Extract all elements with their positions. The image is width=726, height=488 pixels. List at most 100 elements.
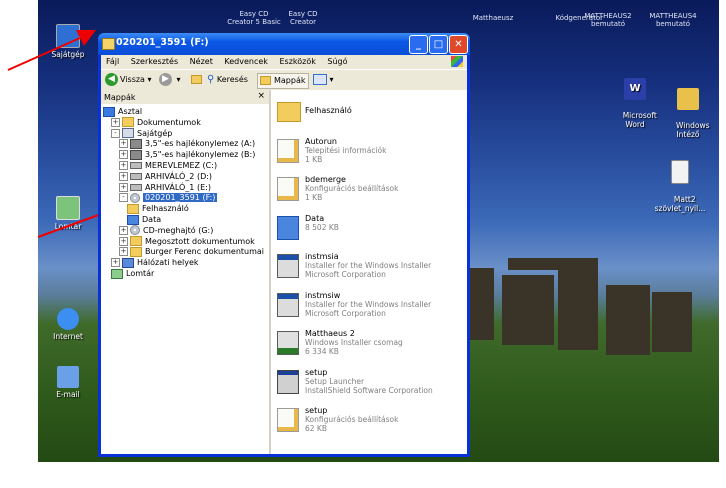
exe-file-icon xyxy=(277,254,299,278)
menu-view[interactable]: Nézet xyxy=(190,55,213,69)
desktop-icon-email[interactable]: E-mail xyxy=(38,366,98,399)
folder-file-icon xyxy=(277,102,301,122)
drive-icon xyxy=(130,183,142,191)
tree-item[interactable]: - Sajátgép xyxy=(111,128,172,139)
tree-item-label: 3,5"-es hajlékonylemez (B:) xyxy=(145,150,256,160)
file-item[interactable]: Felhasználó xyxy=(277,98,463,132)
forward-button[interactable]: ▶ ▾ xyxy=(159,73,181,87)
tree-item[interactable]: + MEREVLEMEZ (C:) xyxy=(119,160,217,171)
file-detail: 1 KB xyxy=(305,193,323,202)
expand-icon[interactable]: + xyxy=(119,150,128,160)
expand-icon[interactable]: + xyxy=(119,182,128,192)
tree-item[interactable]: - 020201_3591 (F:) xyxy=(119,192,218,203)
desktop-icon-word[interactable]: W Microsoft Word xyxy=(605,60,665,138)
menu-favorites[interactable]: Kedvencek xyxy=(224,55,268,69)
file-detail: Microsoft Corporation xyxy=(305,270,386,279)
tree-item[interactable]: Asztal xyxy=(103,106,142,117)
expand-icon[interactable]: + xyxy=(119,171,128,181)
file-type: Windows Installer csomag xyxy=(305,338,403,347)
desktop-icon-label: Internet xyxy=(53,332,83,341)
file-detail: 1 KB xyxy=(305,154,323,164)
expand-icon[interactable]: + xyxy=(119,139,128,149)
desktop-icon-matt2[interactable]: Matt2 szövlet_nyil... xyxy=(650,142,710,222)
tree-item[interactable]: Data xyxy=(127,214,161,225)
back-button[interactable]: ◀ Vissza ▾ xyxy=(105,73,152,87)
folders-pane-header: Mappák × xyxy=(101,90,269,104)
tree-item[interactable]: Lomtár xyxy=(111,268,154,279)
file-item[interactable]: Autorun Telepítési információk 1 KB xyxy=(277,137,463,171)
file-name: instmsia xyxy=(305,252,339,261)
file-name: setup xyxy=(305,406,328,415)
menu-tools[interactable]: Eszközök xyxy=(279,55,315,69)
folders-button[interactable]: Mappák xyxy=(257,73,309,89)
tree-item[interactable]: + ARHIVÁLÓ_2 (D:) xyxy=(119,171,212,182)
desktop-icon-internet[interactable]: Internet xyxy=(38,308,98,341)
file-type: 8 502 KB xyxy=(305,222,339,232)
expand-icon[interactable]: + xyxy=(119,225,128,235)
recycle-icon xyxy=(111,268,123,279)
tree-item[interactable]: + Burger Ferenc dokumentumai xyxy=(119,246,264,257)
collapse-icon[interactable]: - xyxy=(119,193,128,203)
tree-item-label: MEREVLEMEZ (C:) xyxy=(145,161,218,170)
expand-icon[interactable]: + xyxy=(111,258,120,268)
exe-file-icon xyxy=(277,292,299,317)
desktop-label-easycd[interactable]: Easy CD Creator xyxy=(278,10,328,26)
tree-item[interactable]: + Hálózati helyek xyxy=(111,257,199,268)
up-folder-button[interactable] xyxy=(191,73,205,87)
close-button[interactable]: ✕ xyxy=(449,35,468,54)
desktop-icon-windows-explorer[interactable]: Windows Intéző xyxy=(658,70,718,148)
stone xyxy=(502,275,554,345)
expand-icon[interactable]: + xyxy=(119,161,128,170)
tree-item[interactable]: +3,5"-es hajlékonylemez (B:) xyxy=(119,149,255,160)
expand-icon[interactable]: + xyxy=(119,236,128,246)
title-bar[interactable]: 020201_3591 (F:) _ □ ✕ xyxy=(98,33,470,55)
close-icon[interactable]: × xyxy=(257,91,265,101)
desktop-icon-label: Matt2 szövlet_nyil... xyxy=(654,195,706,213)
tree-item[interactable]: +3,5"-es hajlékonylemez (A:) xyxy=(119,138,255,149)
tree-item-label: Megosztott dokumentumok xyxy=(145,236,255,246)
desktop-label-mattheaus2[interactable]: MATTHEAUS2 bemutató xyxy=(578,12,638,28)
tree-item[interactable]: + Dokumentumok xyxy=(111,117,201,128)
file-item[interactable]: Data 8 502 KB xyxy=(277,214,463,248)
msi-file-icon xyxy=(277,331,299,355)
file-item[interactable]: bdemerge Konfigurációs beállítások 1 KB xyxy=(277,175,463,209)
tree-item[interactable]: + ARHIVÁLÓ_1 (E:) xyxy=(119,182,211,193)
tree-item-label: Dokumentumok xyxy=(137,117,201,127)
email-icon xyxy=(57,366,79,388)
desktop-icon-my-computer[interactable]: Sajátgép xyxy=(38,24,98,59)
desktop-label-easycd5[interactable]: Easy CD Creator 5 Basic xyxy=(224,10,284,26)
search-button[interactable]: ⚲ Keresés xyxy=(207,73,248,87)
collapse-icon[interactable]: - xyxy=(111,128,120,138)
file-type: Installer for the Windows Installer xyxy=(305,261,432,270)
cd-icon xyxy=(130,192,140,203)
menu-bar: Fájl Szerkesztés Nézet Kedvencek Eszközö… xyxy=(101,55,467,69)
maximize-button[interactable]: □ xyxy=(429,35,448,54)
explorer-window: 020201_3591 (F:) _ □ ✕ Fájl Szerkesztés … xyxy=(98,33,470,457)
menu-help[interactable]: Súgó xyxy=(327,55,347,69)
views-button[interactable]: ▾ xyxy=(313,73,334,87)
file-item[interactable]: Matthaeus 2 Windows Installer csomag 6 334… xyxy=(277,329,463,363)
expand-icon[interactable]: + xyxy=(119,247,128,257)
inf-file-icon xyxy=(277,408,299,432)
drive-icon xyxy=(130,172,142,180)
folder-icon xyxy=(130,236,142,247)
file-item[interactable]: setup Setup Launcher InstallShield Softwar… xyxy=(277,368,463,402)
menu-edit[interactable]: Szerkesztés xyxy=(131,55,178,69)
file-detail: InstallShield Software Corporation xyxy=(305,385,433,395)
desktop-label-mattheaus4[interactable]: MATTHEAUS4 bemutató xyxy=(638,12,708,28)
tree-item-label: Burger Ferenc dokumentumai xyxy=(145,247,265,257)
expand-icon[interactable]: + xyxy=(111,117,120,127)
minimize-button[interactable]: _ xyxy=(409,35,428,54)
file-list: Felhasználó Autorun Telepítési információk… xyxy=(271,90,467,454)
tree-item[interactable]: + CD-meghajtó (G:) xyxy=(119,225,213,236)
desktop-icon-recycle-bin[interactable]: Lomtár xyxy=(38,196,98,231)
file-item[interactable]: instmsiw Installer for the Windows Instal… xyxy=(277,291,463,325)
document-icon xyxy=(671,160,689,184)
internet-explorer-icon xyxy=(57,308,79,330)
tree-item[interactable]: + Megosztott dokumentumok xyxy=(119,236,255,247)
tree-item[interactable]: Felhasználó xyxy=(127,203,189,214)
file-item[interactable]: instmsia Installer for the Windows Instal… xyxy=(277,252,463,286)
folder-icon xyxy=(127,203,139,214)
menu-file[interactable]: Fájl xyxy=(106,55,119,69)
file-item[interactable]: setup Konfigurációs beállítások 62 KB xyxy=(277,406,463,440)
